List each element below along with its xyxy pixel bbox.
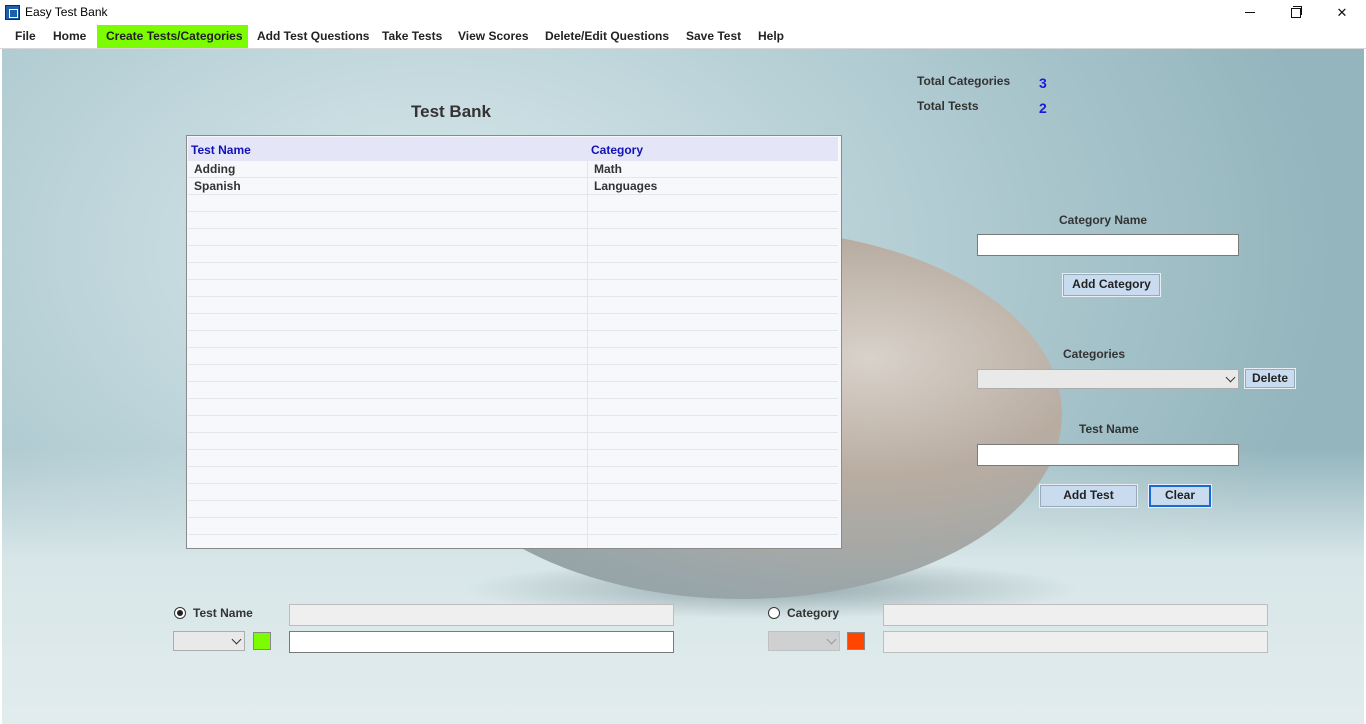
category-radio-label[interactable]: Category: [787, 606, 839, 620]
empty-row: [188, 195, 838, 212]
empty-row: [188, 331, 838, 348]
table-row[interactable]: Spanish Languages: [188, 178, 838, 195]
category-search-dropdown[interactable]: [768, 631, 840, 651]
menu-help[interactable]: Help: [749, 25, 793, 48]
categories-label: Categories: [1063, 347, 1126, 361]
add-test-button[interactable]: Add Test: [1039, 484, 1138, 508]
restore-icon: [1291, 5, 1302, 18]
empty-row: [188, 297, 838, 314]
add-category-button[interactable]: Add Category: [1062, 273, 1161, 297]
menu-home[interactable]: Home: [44, 25, 95, 48]
total-categories-value: 3: [1039, 75, 1047, 91]
empty-row: [188, 382, 838, 399]
test-name-search-display: [289, 604, 674, 626]
category-search-input[interactable]: [883, 631, 1268, 653]
empty-row: [188, 518, 838, 535]
empty-row: [188, 416, 838, 433]
restore-button[interactable]: [1273, 0, 1319, 25]
test-name-search-input[interactable]: [289, 631, 674, 653]
column-header-category[interactable]: Category: [591, 143, 643, 157]
category-search-display: [883, 604, 1268, 626]
empty-row: [188, 450, 838, 467]
empty-row: [188, 399, 838, 416]
clear-button[interactable]: Clear: [1148, 484, 1212, 508]
grid-header: Test Name Category: [188, 137, 838, 161]
test-name-label: Test Name: [1079, 422, 1139, 436]
test-bank-grid[interactable]: Test Name Category Adding Math Spanish L…: [186, 135, 842, 549]
test-name-radio-label[interactable]: Test Name: [193, 606, 253, 620]
menu-file[interactable]: File: [6, 25, 45, 48]
delete-category-button[interactable]: Delete: [1244, 368, 1296, 389]
total-categories-label: Total Categories: [917, 74, 1011, 88]
empty-row: [188, 280, 838, 297]
content-area: Total Categories 3 Total Tests 2 Test Ba…: [2, 49, 1364, 724]
empty-row: [188, 484, 838, 501]
empty-row: [188, 229, 838, 246]
minimize-button[interactable]: [1227, 0, 1273, 25]
cell-test-name: Adding: [194, 162, 236, 176]
menu-view-scores[interactable]: View Scores: [449, 25, 538, 48]
title-bar: Easy Test Bank ✕: [0, 0, 1366, 25]
cell-category: Languages: [594, 179, 658, 193]
test-bank-heading: Test Bank: [411, 102, 491, 121]
category-name-input[interactable]: [977, 234, 1239, 256]
empty-row: [188, 433, 838, 450]
table-row[interactable]: Adding Math: [188, 161, 838, 178]
empty-row: [188, 314, 838, 331]
close-button[interactable]: ✕: [1319, 0, 1365, 25]
window-title: Easy Test Bank: [25, 5, 108, 19]
chevron-down-icon: [1225, 372, 1236, 383]
cell-category: Math: [594, 162, 622, 176]
test-name-search-dropdown[interactable]: [173, 631, 245, 651]
chevron-down-icon: [826, 634, 837, 645]
app-icon: [5, 5, 20, 20]
category-color-swatch[interactable]: [847, 632, 865, 650]
empty-row: [188, 501, 838, 518]
total-tests-value: 2: [1039, 100, 1047, 116]
categories-dropdown[interactable]: [977, 369, 1239, 389]
menu-bar: File Home Create Tests/Categories Add Te…: [0, 25, 1366, 49]
minimize-icon: [1245, 12, 1255, 13]
test-name-radio[interactable]: [174, 607, 186, 619]
chevron-down-icon: [231, 634, 242, 645]
menu-delete-edit-questions[interactable]: Delete/Edit Questions: [536, 25, 678, 48]
menu-create-tests-categories[interactable]: Create Tests/Categories: [97, 25, 248, 48]
column-header-test-name[interactable]: Test Name: [191, 143, 251, 157]
test-name-color-swatch[interactable]: [253, 632, 271, 650]
close-icon: ✕: [1336, 4, 1348, 20]
empty-row: [188, 212, 838, 229]
cell-test-name: Spanish: [194, 179, 241, 193]
empty-row: [188, 263, 838, 280]
menu-add-test-questions[interactable]: Add Test Questions: [248, 25, 378, 48]
total-tests-label: Total Tests: [917, 99, 979, 113]
menu-save-test[interactable]: Save Test: [677, 25, 750, 48]
empty-row: [188, 365, 838, 382]
category-name-label: Category Name: [1059, 213, 1148, 227]
empty-row: [188, 348, 838, 365]
category-radio[interactable]: [768, 607, 780, 619]
menu-take-tests[interactable]: Take Tests: [373, 25, 451, 48]
empty-row: [188, 246, 838, 263]
test-name-input[interactable]: [977, 444, 1239, 466]
empty-row: [188, 467, 838, 484]
